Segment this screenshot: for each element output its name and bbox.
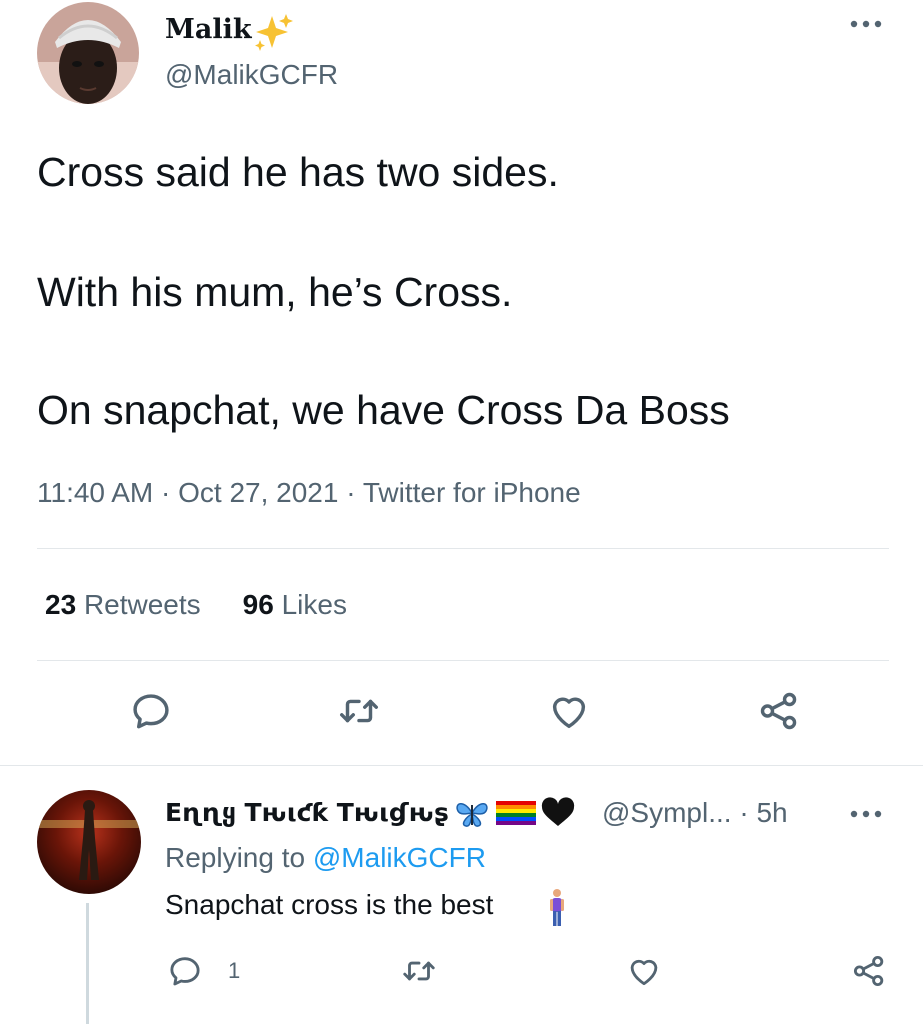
reply-icon[interactable] — [128, 688, 174, 734]
retweets-stat[interactable]: 23 Retweets — [45, 589, 201, 620]
more-options-icon[interactable] — [846, 14, 886, 34]
rainbow-flag-icon — [496, 801, 536, 825]
likes-count: 96 — [242, 589, 274, 620]
reply-time[interactable]: · 5h — [739, 797, 787, 828]
share-icon[interactable] — [756, 688, 802, 734]
reply-text: Snapchat cross is the best — [165, 889, 494, 920]
retweets-label: Retweets — [83, 589, 201, 620]
black-heart-icon — [541, 797, 575, 826]
tweet-timestamp[interactable]: 11:40 AM · Oct 27, 2021 · Twitter for iP… — [37, 476, 581, 510]
tweet-text-line-3: On snapchat, we have Cross Da Boss — [37, 387, 730, 433]
divider — [0, 765, 923, 766]
replying-to: Replying to @MalikGCFR — [165, 840, 486, 876]
replying-to-label: Replying to — [165, 842, 306, 873]
tweet-text-line-1: Cross said he has two sides. — [37, 149, 559, 195]
likes-stat[interactable]: 96 Likes — [243, 589, 347, 620]
replying-to-mention[interactable]: @MalikGCFR — [313, 842, 486, 873]
sparkles-icon — [250, 12, 296, 52]
reply-name-emojis — [454, 797, 604, 829]
tweet-stats: 23 Retweets 96 Likes — [45, 588, 347, 622]
person-standing-icon — [547, 888, 567, 928]
like-icon[interactable] — [546, 688, 592, 734]
author-name[interactable]: Malik — [165, 12, 252, 48]
retweet-icon[interactable] — [400, 952, 438, 990]
reply-more-options-icon[interactable] — [846, 804, 886, 824]
divider — [37, 660, 889, 661]
reply-author-name[interactable]: Eɳɳყ Tԋιƈƙ Tԋιɠԋʂ — [165, 795, 449, 831]
like-icon[interactable] — [625, 952, 663, 990]
author-handle[interactable]: @MalikGCFR — [165, 58, 338, 92]
reply-author-handle-time[interactable]: @Sympl... · 5h — [602, 795, 788, 831]
retweets-count: 23 — [45, 589, 77, 620]
reply-count: 1 — [228, 958, 241, 983]
likes-label: Likes — [281, 589, 347, 620]
author-avatar[interactable] — [37, 2, 139, 104]
reply-icon[interactable] — [166, 952, 204, 990]
reply-author-avatar[interactable] — [37, 790, 141, 894]
reply-author-handle[interactable]: @Sympl... — [602, 797, 732, 828]
share-icon[interactable] — [850, 952, 888, 990]
butterfly-icon — [456, 803, 488, 827]
retweet-icon[interactable] — [336, 688, 382, 734]
divider — [37, 548, 889, 549]
tweet-text-line-2: With his mum, he’s Cross. — [37, 269, 513, 315]
thread-line — [86, 903, 89, 1024]
